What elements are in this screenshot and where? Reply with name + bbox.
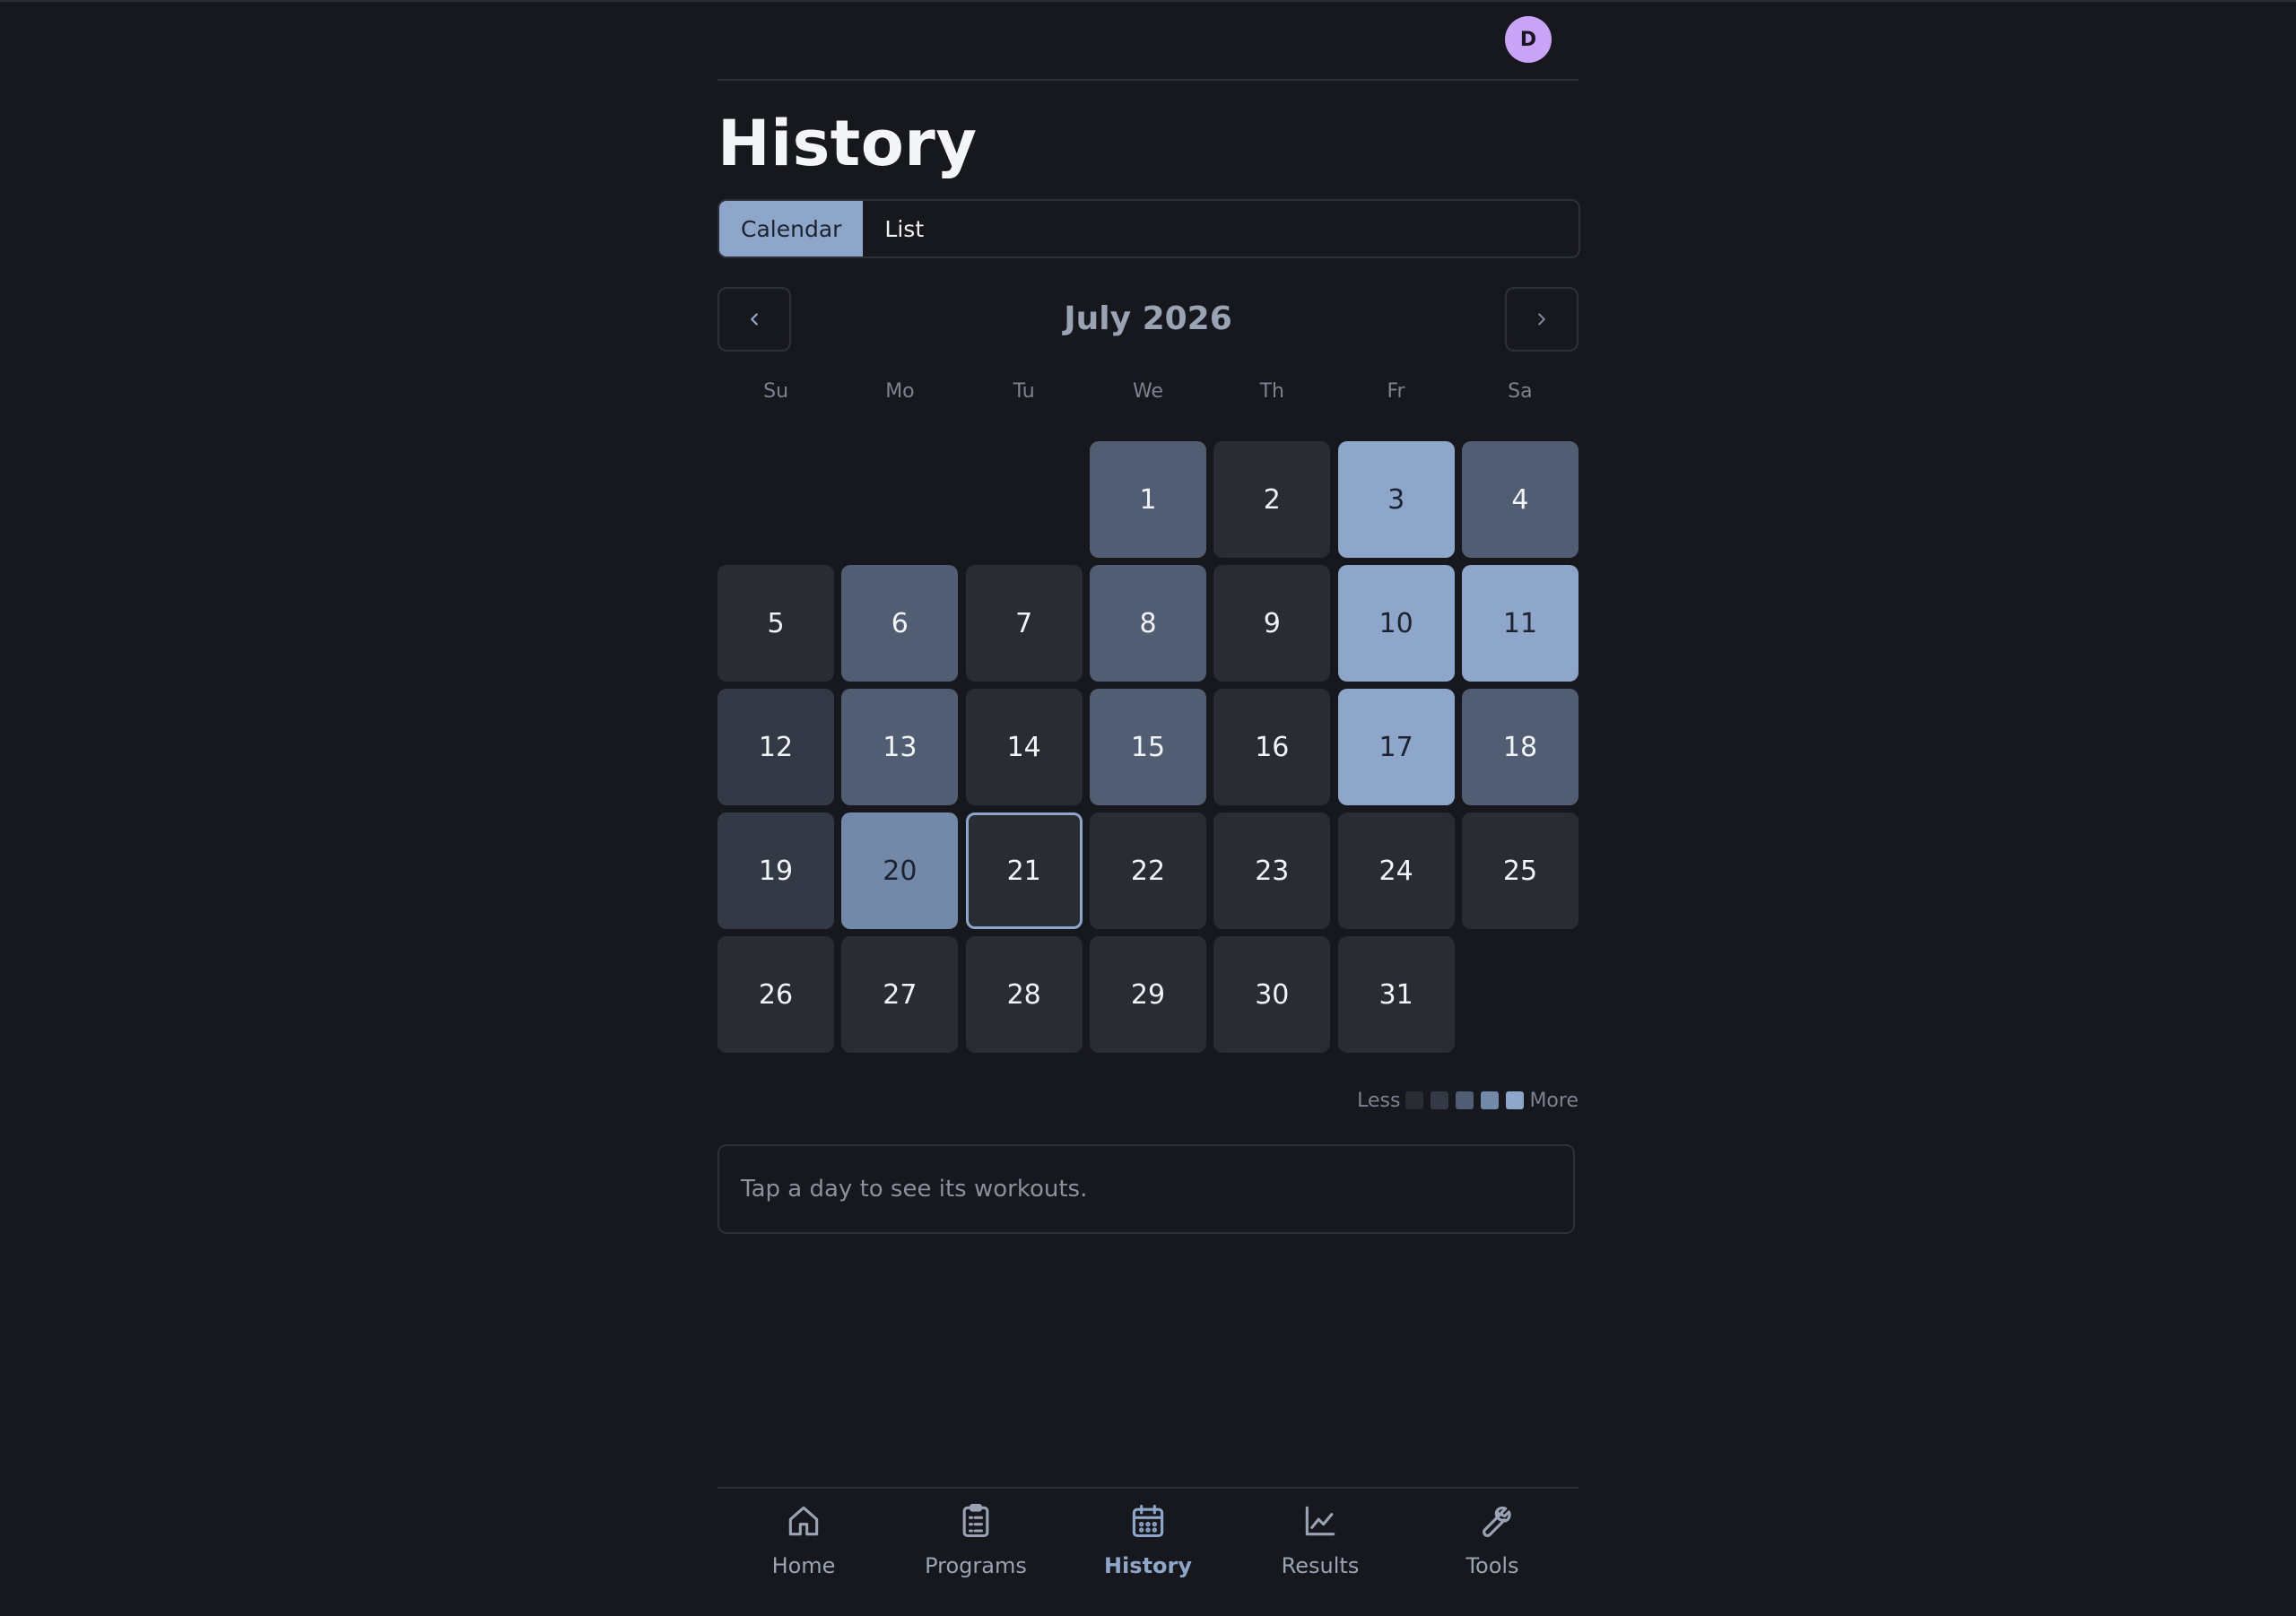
day-cell[interactable]: 20 <box>841 812 959 929</box>
day-cell[interactable]: 4 <box>1461 441 1578 558</box>
intensity-legend: Less More <box>1357 1087 1578 1114</box>
weekday-label: Fr <box>1387 380 1405 403</box>
day-cell[interactable]: 10 <box>1337 565 1455 682</box>
nav-item-home[interactable]: Home <box>718 1489 890 1616</box>
day-cell[interactable]: 8 <box>1089 565 1206 682</box>
calendar-icon <box>1132 1504 1164 1538</box>
day-cell-today[interactable]: 21 <box>965 812 1083 929</box>
day-cell[interactable]: 15 <box>1089 689 1206 805</box>
app-header: D <box>718 0 1578 81</box>
day-cell[interactable]: 22 <box>1089 812 1206 929</box>
home-icon <box>788 1506 819 1536</box>
day-cell[interactable]: 3 <box>1337 441 1455 558</box>
nav-item-tools[interactable]: Tools <box>1406 1489 1578 1616</box>
nav-item-label: Home <box>771 1553 836 1578</box>
calendar-grid: 1 2 3 4 5 6 7 8 9 10 11 12 13 14 15 16 17 18 19 20 21 22 23 24 2… <box>718 441 1578 1053</box>
day-cell[interactable]: 14 <box>965 689 1083 805</box>
day-cell[interactable]: 27 <box>841 936 959 1053</box>
day-cell[interactable]: 13 <box>841 689 959 805</box>
avatar[interactable]: D <box>1505 16 1552 63</box>
day-cell[interactable]: 1 <box>1089 441 1206 558</box>
day-cell[interactable]: 17 <box>1337 689 1455 805</box>
next-month-button[interactable] <box>1505 287 1578 352</box>
legend-swatches <box>1405 1091 1525 1109</box>
legend-swatch <box>1506 1091 1525 1109</box>
chevron-left-icon <box>751 313 758 326</box>
nav-item-label: History <box>1103 1553 1193 1578</box>
day-cell[interactable]: 28 <box>965 936 1083 1053</box>
previous-month-button[interactable] <box>718 287 791 352</box>
app-shell: D History Calendar List July 2026 Su Mo Tu… <box>718 0 1580 1616</box>
legend-swatch <box>1456 1091 1474 1109</box>
empty-day-cell <box>966 441 1083 558</box>
nav-item-programs[interactable]: Programs <box>890 1489 1062 1616</box>
day-cell[interactable]: 29 <box>1089 936 1206 1053</box>
weekday-label: Sa <box>1508 380 1533 403</box>
weekday-label: Th <box>1259 380 1284 403</box>
wrench-icon <box>1483 1506 1511 1537</box>
nav-item-history[interactable]: History <box>1062 1489 1234 1616</box>
day-cell[interactable]: 25 <box>1461 812 1578 929</box>
weekday-label: Tu <box>1013 380 1035 403</box>
day-cell[interactable]: 31 <box>1337 936 1455 1053</box>
empty-day-cell <box>841 441 958 558</box>
weekday-label: Su <box>763 380 789 403</box>
day-cell[interactable]: 7 <box>965 565 1083 682</box>
chevron-right-icon <box>1538 313 1545 326</box>
page-title: History <box>718 107 978 180</box>
clipboard-icon <box>962 1504 989 1538</box>
day-cell[interactable]: 11 <box>1461 565 1578 682</box>
month-label: July 2026 <box>1064 300 1232 337</box>
bottom-navigation: Home Programs History Results Tools <box>718 1487 1578 1616</box>
day-cell[interactable]: 6 <box>841 565 959 682</box>
weekday-label: Mo <box>885 380 915 403</box>
nav-item-label: Programs <box>925 1553 1027 1578</box>
nav-item-results[interactable]: Results <box>1234 1489 1406 1616</box>
hint-text: Tap a day to see its workouts. <box>741 1176 1088 1203</box>
legend-swatch <box>1481 1091 1500 1109</box>
weekday-label: We <box>1132 380 1163 403</box>
view-toggle: Calendar List <box>718 199 1580 258</box>
weekday-header: Su Mo Tu We Th Fr Sa <box>718 380 1578 413</box>
day-cell[interactable]: 19 <box>718 812 834 929</box>
tab-calendar[interactable]: Calendar <box>719 201 864 256</box>
day-cell[interactable]: 18 <box>1461 689 1578 805</box>
month-navigation: July 2026 <box>718 287 1578 352</box>
tab-list[interactable]: List <box>863 201 945 256</box>
legend-more-label: More <box>1529 1089 1578 1112</box>
legend-swatch <box>1405 1091 1424 1109</box>
day-cell[interactable]: 26 <box>718 936 834 1053</box>
day-cell[interactable]: 2 <box>1213 441 1331 558</box>
empty-day-cell <box>718 441 834 558</box>
nav-item-label: Results <box>1281 1553 1360 1578</box>
day-cell[interactable]: 24 <box>1337 812 1455 929</box>
legend-swatch <box>1431 1091 1449 1109</box>
day-cell[interactable]: 30 <box>1213 936 1331 1053</box>
day-cell[interactable]: 9 <box>1213 565 1331 682</box>
day-cell[interactable]: 16 <box>1213 689 1331 805</box>
day-cell[interactable]: 12 <box>718 689 834 805</box>
day-detail-hint: Tap a day to see its workouts. <box>718 1144 1575 1234</box>
legend-less-label: Less <box>1357 1089 1401 1112</box>
day-cell[interactable]: 23 <box>1213 812 1331 929</box>
day-cell[interactable]: 5 <box>718 565 834 682</box>
chart-line-icon <box>1305 1506 1335 1536</box>
nav-item-label: Tools <box>1465 1553 1519 1578</box>
